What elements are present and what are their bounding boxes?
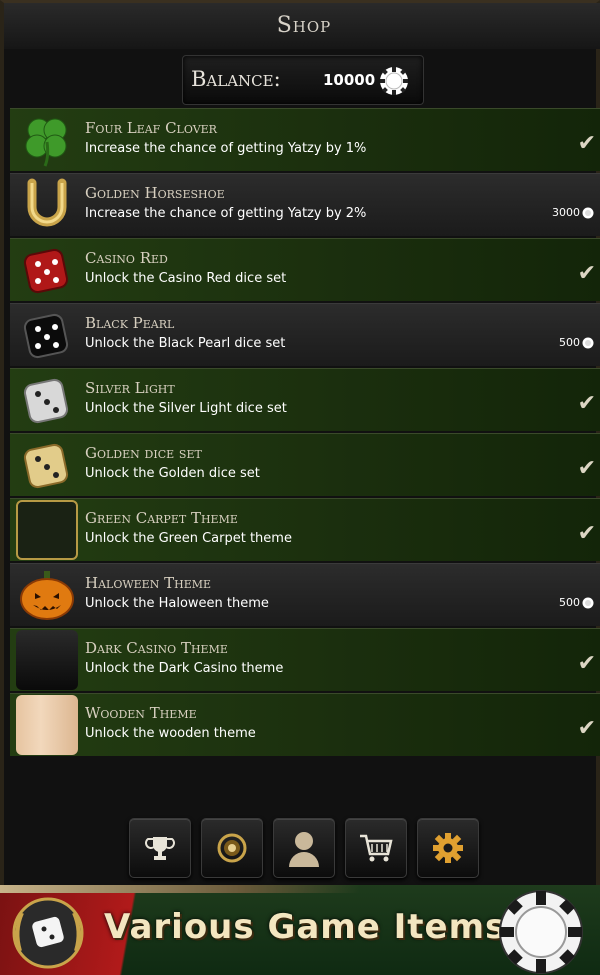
item-description: Unlock the Dark Casino theme [85,661,284,676]
price-value: 500 [559,336,580,349]
gear-icon [433,833,463,863]
profile-icon [289,832,319,867]
item-price[interactable]: 500 [559,596,594,609]
trophy-icon [145,837,175,860]
shop-item-green-carpet-theme[interactable]: Green Carpet Theme Unlock the Green Carp… [10,498,600,561]
item-price[interactable]: 3000 [552,206,594,219]
item-name: Silver Light [85,379,175,397]
item-name: Casino Red [85,249,168,267]
item-name: Golden dice set [85,444,202,462]
shop-item-dark-casino-theme[interactable]: Dark Casino Theme Unlock the Dark Casino… [10,628,600,691]
silver-dice-icon [15,371,78,429]
balance-label: Balance: [191,67,281,91]
owned-check-icon: ✔ [577,391,596,416]
item-description: Unlock the Haloween theme [85,596,269,611]
item-description: Unlock the Green Carpet theme [85,531,292,546]
settings-button[interactable] [417,818,479,878]
item-description: Unlock the Golden dice set [85,466,260,481]
owned-check-icon: ✔ [577,521,596,546]
item-description: Unlock the Casino Red dice set [85,271,287,286]
golden-dice-icon [15,436,78,494]
poker-chip-icon [582,207,594,218]
banner-title: Various Game Items [104,907,507,947]
item-description: Increase the chance of getting Yatzy by … [85,141,367,156]
trophy-button[interactable] [129,818,191,878]
item-description: Unlock the Silver Light dice set [85,401,287,416]
dice-logo-icon [12,897,84,969]
owned-check-icon: ✔ [577,716,596,741]
poker-chip-icon [582,337,594,348]
black-dice-icon [15,306,78,364]
shop-item-golden-horseshoe[interactable]: Golden Horseshoe Increase the chance of … [10,173,600,236]
item-name: Green Carpet Theme [85,509,238,527]
item-name: Wooden Theme [85,704,197,722]
owned-check-icon: ✔ [577,261,596,286]
owned-check-icon: ✔ [577,456,596,481]
page-title: Shop [4,3,600,49]
shop-item-wooden-theme[interactable]: Wooden Theme Unlock the wooden theme ✔ [10,693,600,756]
green-carpet-swatch-icon [15,500,78,560]
poker-chip-icon [499,890,583,974]
item-description: Unlock the Black Pearl dice set [85,336,286,351]
pumpkin-icon [15,566,78,624]
balance-display: Balance: 10000 [182,55,424,105]
cart-button[interactable] [345,818,407,878]
achievements-button[interactable] [201,818,263,878]
dark-casino-swatch-icon [15,630,78,690]
owned-check-icon: ✔ [577,131,596,156]
shop-item-silver-light[interactable]: Silver Light Unlock the Silver Light dic… [10,368,600,431]
shop-screen: Shop Balance: 10000 Four Leaf Clover Inc… [0,0,600,885]
clover-icon [15,111,78,169]
item-name: Haloween Theme [85,574,212,592]
horseshoe-icon [15,176,78,234]
item-name: Four Leaf Clover [85,119,217,137]
item-name: Golden Horseshoe [85,184,225,202]
price-value: 3000 [552,206,580,219]
profile-button[interactable] [273,818,335,878]
item-description: Increase the chance of getting Yatzy by … [85,206,367,221]
promo-banner: Various Game Items [0,885,600,975]
wooden-swatch-icon [15,695,78,755]
owned-check-icon: ✔ [577,651,596,676]
red-dice-icon [15,241,78,299]
shop-item-haloween-theme[interactable]: Haloween Theme Unlock the Haloween theme… [10,563,600,626]
item-name: Dark Casino Theme [85,639,228,657]
bottom-nav [4,818,600,880]
balance-value: 10000 [323,71,376,89]
price-value: 500 [559,596,580,609]
cart-icon [360,834,393,862]
item-price[interactable]: 500 [559,336,594,349]
poker-chip-icon [380,67,408,95]
poker-chip-icon [582,597,594,608]
shop-item-list: Four Leaf Clover Increase the chance of … [10,108,600,758]
shop-item-four-leaf-clover[interactable]: Four Leaf Clover Increase the chance of … [10,108,600,171]
item-name: Black Pearl [85,314,175,332]
shop-item-golden-dice-set[interactable]: Golden dice set Unlock the Golden dice s… [10,433,600,496]
shop-item-black-pearl[interactable]: Black Pearl Unlock the Black Pearl dice … [10,303,600,366]
item-description: Unlock the wooden theme [85,726,256,741]
laurel-coin-icon [217,833,247,863]
shop-item-casino-red[interactable]: Casino Red Unlock the Casino Red dice se… [10,238,600,301]
